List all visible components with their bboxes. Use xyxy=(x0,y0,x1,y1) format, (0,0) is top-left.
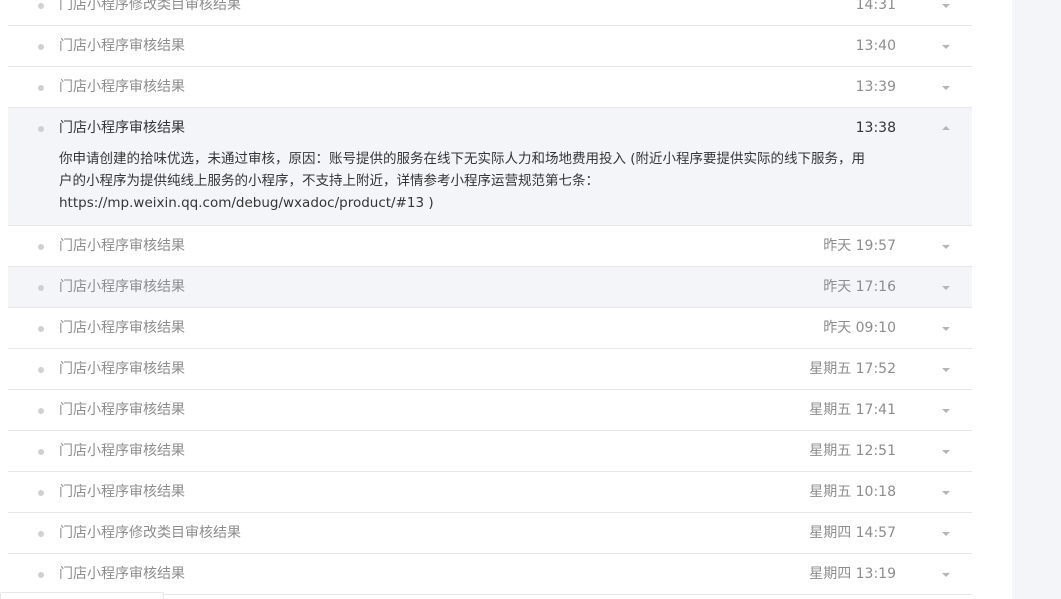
chevron-down-icon[interactable] xyxy=(942,4,950,8)
pagination-tab[interactable] xyxy=(0,592,164,599)
chevron-down-icon[interactable] xyxy=(942,532,950,536)
chevron-down-icon[interactable] xyxy=(942,86,950,90)
message-time: 星期五 12:51 xyxy=(809,443,896,459)
chevron-down-icon[interactable] xyxy=(942,450,950,454)
message-time: 星期五 17:52 xyxy=(809,361,896,377)
chevron-down-icon[interactable] xyxy=(942,573,950,577)
unread-dot-icon xyxy=(38,367,44,373)
chevron-down-icon[interactable] xyxy=(942,245,950,249)
message-row[interactable]: 门店小程序审核结果 星期四 13:19 xyxy=(8,554,972,595)
message-time: 昨天 09:10 xyxy=(823,320,896,336)
unread-dot-icon xyxy=(38,490,44,496)
message-row-expanded[interactable]: 门店小程序审核结果 13:38 你申请创建的拾味优选，未通过审核，原因：账号提供… xyxy=(8,108,972,226)
message-time: 星期四 14:57 xyxy=(809,525,896,541)
message-title: 门店小程序审核结果 xyxy=(59,361,185,377)
chevron-down-icon[interactable] xyxy=(942,491,950,495)
message-detail-line: 户的小程序为提供纯线上服务的小程序，不支持上附近，详情参考小程序运营规范第七条： xyxy=(59,173,599,189)
message-row[interactable]: 门店小程序审核结果 星期五 12:51 xyxy=(8,431,972,472)
message-row[interactable]: 门店小程序修改类目审核结果 14:31 xyxy=(8,0,972,26)
unread-dot-icon xyxy=(38,531,44,537)
unread-dot-icon xyxy=(38,3,44,9)
chevron-up-icon[interactable] xyxy=(942,126,950,130)
message-page: 门店小程序修改类目审核结果 14:31 门店小程序审核结果 13:40 门店小程… xyxy=(0,0,1061,599)
message-list: 门店小程序修改类目审核结果 14:31 门店小程序审核结果 13:40 门店小程… xyxy=(8,0,972,595)
message-row[interactable]: 门店小程序审核结果 昨天 19:57 xyxy=(8,226,972,267)
unread-dot-icon xyxy=(38,326,44,332)
message-time: 昨天 19:57 xyxy=(823,238,896,254)
message-title: 门店小程序审核结果 xyxy=(59,566,185,582)
unread-dot-icon xyxy=(38,85,44,91)
message-title: 门店小程序审核结果 xyxy=(59,38,185,54)
message-time: 13:39 xyxy=(855,79,896,95)
message-title: 门店小程序修改类目审核结果 xyxy=(59,525,241,541)
message-row[interactable]: 门店小程序审核结果 昨天 17:16 xyxy=(8,267,972,308)
message-detail-link[interactable]: https://mp.weixin.qq.com/debug/wxadoc/pr… xyxy=(59,192,909,214)
message-title: 门店小程序审核结果 xyxy=(59,320,185,336)
message-title: 门店小程序审核结果 xyxy=(59,120,185,136)
unread-dot-icon xyxy=(38,285,44,291)
message-title: 门店小程序审核结果 xyxy=(59,79,185,95)
message-time: 13:38 xyxy=(855,120,896,136)
unread-dot-icon xyxy=(38,572,44,578)
message-title: 门店小程序审核结果 xyxy=(59,238,185,254)
message-row[interactable]: 门店小程序审核结果 星期五 10:18 xyxy=(8,472,972,513)
message-row[interactable]: 门店小程序修改类目审核结果 星期四 14:57 xyxy=(8,513,972,554)
unread-dot-icon xyxy=(38,449,44,455)
message-row[interactable]: 门店小程序审核结果 星期五 17:52 xyxy=(8,349,972,390)
message-title: 门店小程序审核结果 xyxy=(59,443,185,459)
chevron-down-icon[interactable] xyxy=(942,327,950,331)
message-title: 门店小程序审核结果 xyxy=(59,484,185,500)
unread-dot-icon xyxy=(38,408,44,414)
message-time: 昨天 17:16 xyxy=(823,279,896,295)
message-title: 门店小程序审核结果 xyxy=(59,279,185,295)
message-title: 门店小程序审核结果 xyxy=(59,402,185,418)
right-gutter xyxy=(1012,0,1061,599)
message-row[interactable]: 门店小程序审核结果 13:39 xyxy=(8,67,972,108)
message-time: 13:40 xyxy=(855,38,896,54)
message-row[interactable]: 门店小程序审核结果 昨天 09:10 xyxy=(8,308,972,349)
chevron-down-icon[interactable] xyxy=(942,368,950,372)
chevron-down-icon[interactable] xyxy=(942,286,950,290)
message-title: 门店小程序修改类目审核结果 xyxy=(59,0,241,13)
message-time: 星期四 13:19 xyxy=(809,566,896,582)
chevron-down-icon[interactable] xyxy=(942,45,950,49)
unread-dot-icon xyxy=(38,244,44,250)
message-time: 星期五 10:18 xyxy=(809,484,896,500)
unread-dot-icon xyxy=(38,44,44,50)
message-row[interactable]: 门店小程序审核结果 13:40 xyxy=(8,26,972,67)
unread-dot-icon xyxy=(38,126,44,132)
message-detail-line: 你申请创建的拾味优选，未通过审核，原因：账号提供的服务在线下无实际人力和场地费用… xyxy=(59,151,866,167)
message-time: 星期五 17:41 xyxy=(809,402,896,418)
message-time: 14:31 xyxy=(855,0,896,13)
message-row[interactable]: 门店小程序审核结果 星期五 17:41 xyxy=(8,390,972,431)
message-detail: 你申请创建的拾味优选，未通过审核，原因：账号提供的服务在线下无实际人力和场地费用… xyxy=(59,148,909,214)
chevron-down-icon[interactable] xyxy=(942,409,950,413)
